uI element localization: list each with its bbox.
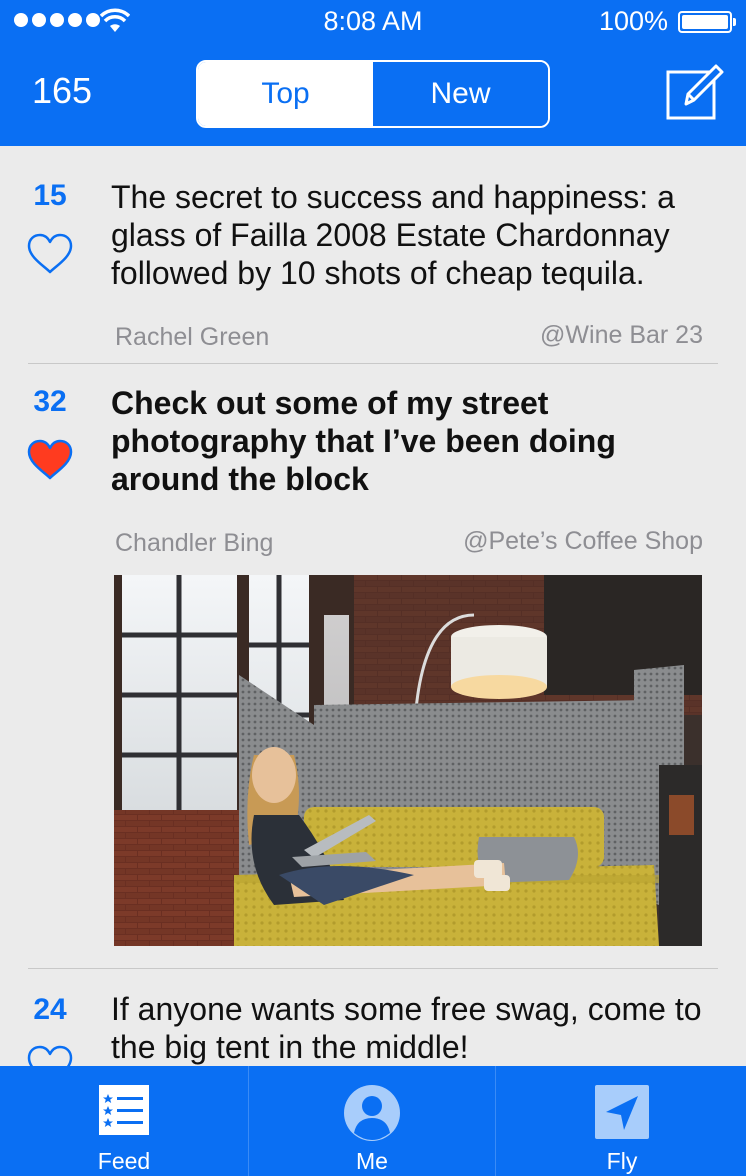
post-photo[interactable]	[114, 575, 702, 946]
vote-count: 32	[33, 385, 67, 418]
post-text: If anyone wants some free swag, come to …	[111, 991, 702, 1065]
post-author: Rachel Green	[115, 323, 270, 351]
post-author: Chandler Bing	[115, 529, 274, 557]
post-text: Check out some of my street photography …	[111, 385, 616, 497]
heart-filled-icon[interactable]	[26, 438, 74, 482]
tab-top[interactable]: Top	[198, 62, 373, 126]
status-bar: 8:08 AM 100%	[0, 0, 746, 44]
feed-sort-segmented-control: Top New	[196, 60, 550, 128]
vote-count: 24	[33, 993, 67, 1026]
tab-feed[interactable]: Feed	[0, 1066, 248, 1176]
navigation-bar: 165 Top New	[0, 44, 746, 146]
tab-fly-label: Fly	[606, 1148, 638, 1174]
tab-bar: Feed Me Fly	[0, 1066, 746, 1176]
heart-outline-icon[interactable]	[26, 232, 74, 276]
location-arrow-icon	[595, 1085, 649, 1139]
vote-count: 15	[33, 179, 67, 212]
heart-outline-icon[interactable]	[26, 1044, 74, 1066]
battery-icon	[678, 11, 736, 33]
feed-list-icon	[99, 1085, 149, 1135]
karma-count: 165	[32, 70, 93, 111]
divider	[28, 363, 718, 364]
tab-fly[interactable]: Fly	[498, 1066, 746, 1176]
feed-list: 15 The secret to success and happiness: …	[0, 146, 746, 1066]
user-profile-icon	[344, 1085, 400, 1141]
tab-feed-label: Feed	[97, 1148, 151, 1174]
battery-percentage: 100%	[598, 6, 668, 36]
post-location[interactable]: @Pete’s Coffee Shop	[463, 527, 703, 556]
tab-me-label: Me	[356, 1148, 388, 1174]
post-text: The secret to success and happiness: a g…	[111, 179, 675, 291]
divider	[28, 968, 718, 969]
post-location[interactable]: @Wine Bar 23	[540, 321, 703, 350]
tab-new[interactable]: New	[373, 62, 548, 126]
tab-me[interactable]: Me	[248, 1066, 496, 1176]
compose-button[interactable]	[664, 60, 724, 122]
